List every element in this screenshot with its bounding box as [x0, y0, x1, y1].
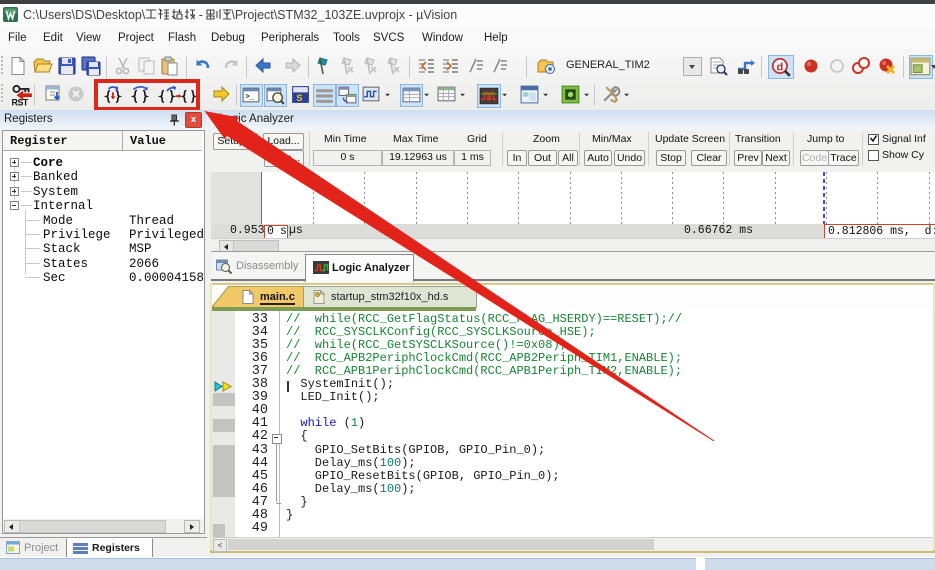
- svg-text:d: d: [777, 61, 784, 73]
- svg-text:>_: >_: [245, 94, 254, 102]
- svg-text:RST: RST: [12, 97, 29, 106]
- svg-text:S: S: [296, 93, 302, 104]
